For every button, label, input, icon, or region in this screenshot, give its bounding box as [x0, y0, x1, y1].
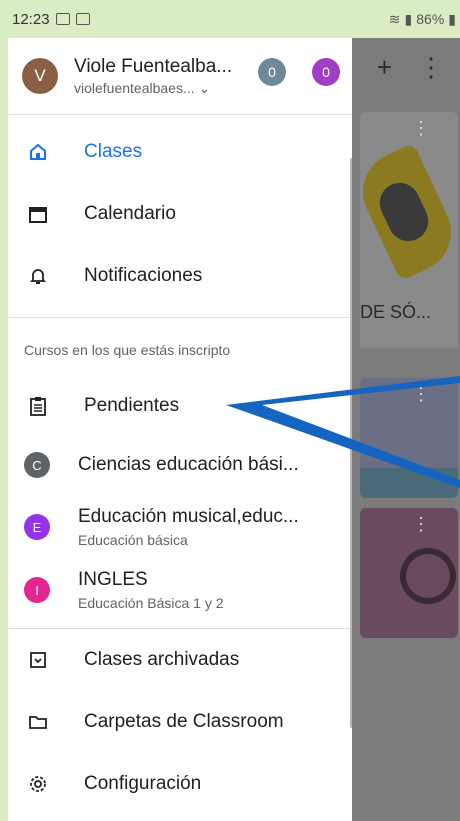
- nav-label: Clases: [84, 141, 143, 162]
- course-avatar: I: [24, 577, 50, 603]
- account-badge[interactable]: 0: [312, 58, 340, 86]
- course-avatar: E: [24, 514, 50, 540]
- folder-icon: [26, 710, 50, 734]
- course-name: Ciencias educación bási...: [78, 454, 299, 475]
- account-switcher[interactable]: V Viole Fuentealba... violefuentealbaes.…: [8, 38, 352, 114]
- course-name: INGLES: [78, 569, 148, 590]
- battery-icon: ▮: [448, 10, 456, 27]
- settings-icon: [26, 772, 50, 796]
- calendar-icon: [26, 202, 50, 226]
- class-card-title: DE SÓ...: [360, 288, 458, 348]
- course-item[interactable]: C Ciencias educación bási...: [8, 434, 352, 496]
- nav-label: Carpetas de Classroom: [84, 711, 284, 732]
- background-classroom-app: + ⋮ ⋮ DE SÓ... ⋮ ⋮: [352, 38, 460, 821]
- class-card: ⋮: [360, 112, 458, 312]
- message-icon: [75, 13, 90, 25]
- nav-label: Notificaciones: [84, 265, 203, 286]
- account-badge[interactable]: 0: [258, 58, 286, 86]
- course-avatar: C: [24, 452, 50, 478]
- status-time: 12:23: [12, 10, 50, 28]
- nav-label: Clases archivadas: [84, 649, 240, 670]
- course-section: Educación básica: [78, 532, 188, 548]
- home-icon: [26, 140, 50, 164]
- course-section: Educación Básica 1 y 2: [78, 595, 224, 611]
- signal-icon: ▮: [404, 10, 413, 27]
- nav-item-clases[interactable]: Clases: [8, 121, 352, 183]
- archive-icon: [26, 648, 50, 672]
- wifi-icon: ≋: [388, 10, 401, 27]
- status-bar: 12:23 ≋ ▮ 86% ▮: [8, 0, 460, 38]
- nav-item-clases-archivadas[interactable]: Clases archivadas: [8, 629, 352, 691]
- account-email: violefuentealbaes... ⌄: [74, 79, 211, 96]
- navigation-drawer: V Viole Fuentealba... violefuentealbaes.…: [8, 38, 352, 821]
- nav-item-pendientes[interactable]: Pendientes: [8, 378, 352, 434]
- course-item[interactable]: E Educación musical,educ... Educación bá…: [8, 496, 352, 558]
- nav-label: Configuración: [84, 773, 202, 794]
- bell-icon: [26, 264, 50, 288]
- section-title: Cursos en los que estás inscripto: [24, 342, 231, 358]
- clipboard-icon: [26, 394, 50, 418]
- drawer-scrollbar[interactable]: [350, 158, 352, 728]
- course-name: Educación musical,educ...: [78, 506, 299, 527]
- more-vert-icon: ⋮: [418, 51, 444, 82]
- nav-label: Calendario: [84, 203, 176, 224]
- nav-label: Pendientes: [84, 395, 180, 416]
- nav-item-calendario[interactable]: Calendario: [8, 183, 352, 245]
- nav-item-notificaciones[interactable]: Notificaciones: [8, 245, 352, 307]
- nav-item-configuracion[interactable]: Configuración: [8, 753, 352, 815]
- class-card: ⋮: [360, 508, 458, 638]
- account-name: Viole Fuentealba...: [74, 55, 233, 77]
- gallery-icon: [55, 13, 70, 25]
- nav-item-carpetas[interactable]: Carpetas de Classroom: [8, 691, 352, 753]
- course-item[interactable]: I INGLES Educación Básica 1 y 2: [8, 558, 352, 622]
- plus-icon: +: [376, 51, 392, 82]
- avatar: V: [22, 58, 58, 94]
- battery-level: 86%: [416, 11, 445, 27]
- class-card: ⋮: [360, 378, 458, 498]
- divider: [8, 114, 352, 115]
